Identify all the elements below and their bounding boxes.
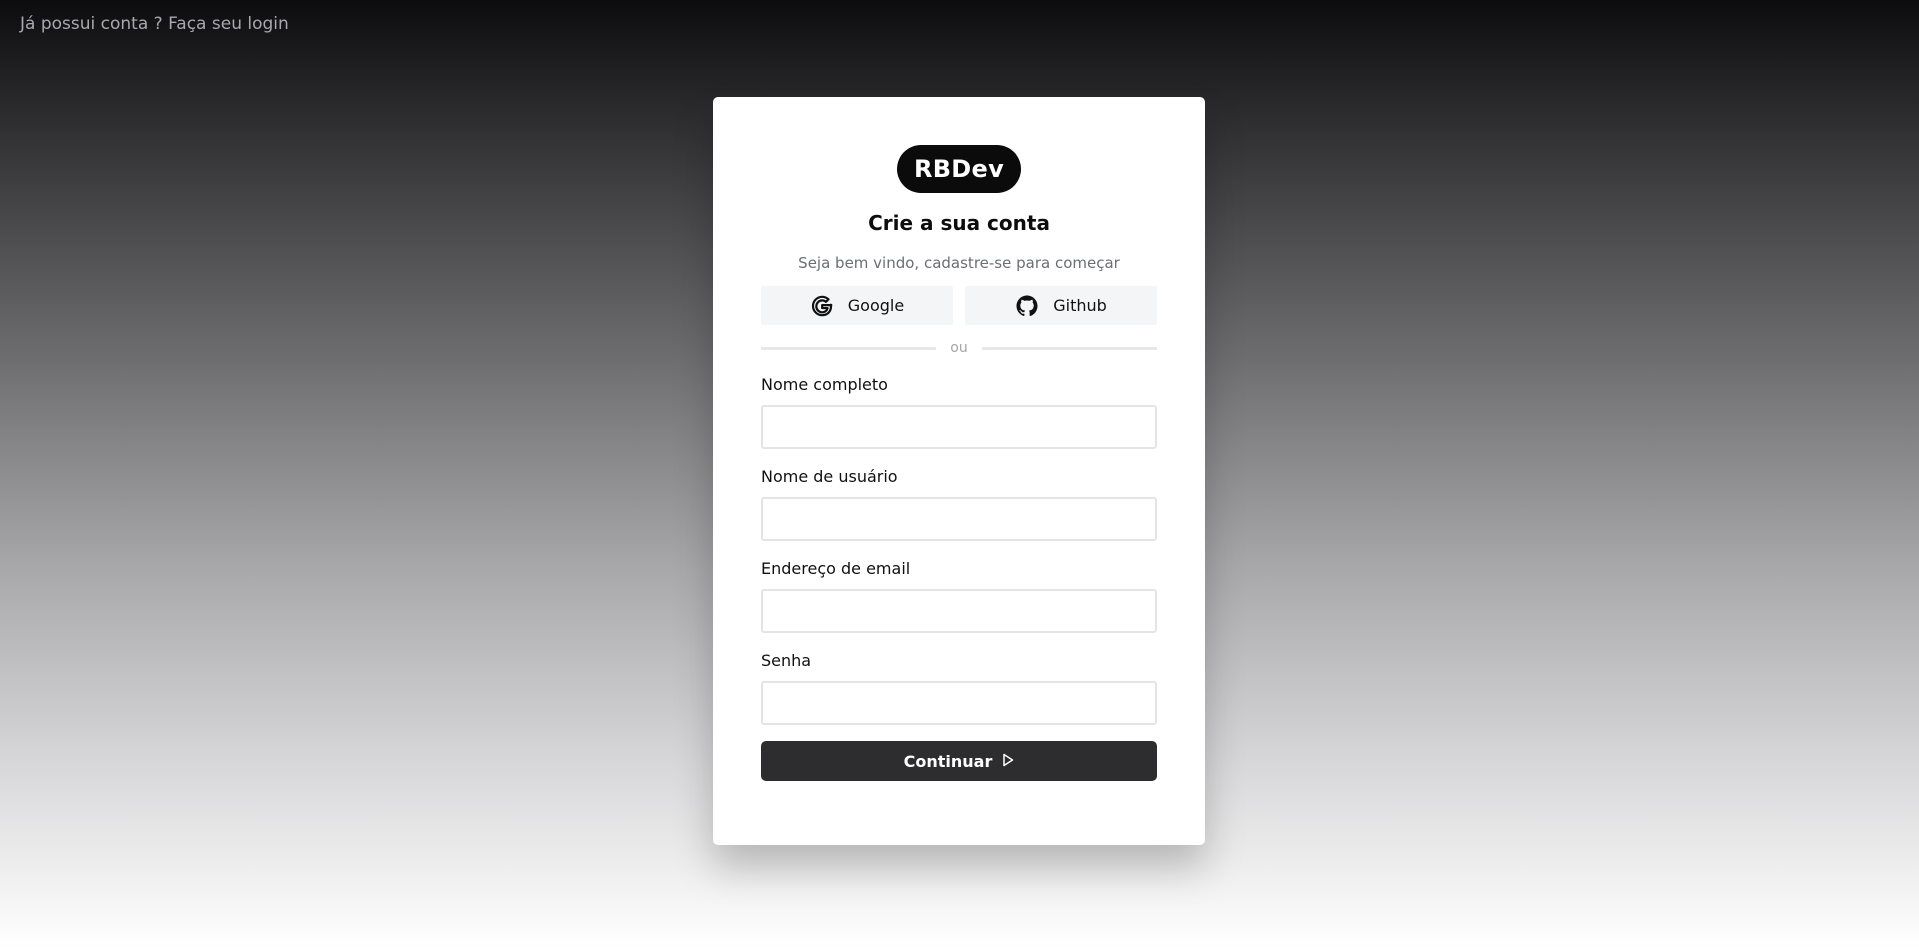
- google-login-button[interactable]: Google: [761, 286, 953, 325]
- password-input[interactable]: [761, 681, 1157, 725]
- email-field-group: Endereço de email: [761, 559, 1157, 633]
- full-name-input[interactable]: [761, 405, 1157, 449]
- logo: RBDev: [896, 145, 1022, 193]
- github-login-button[interactable]: Github: [965, 286, 1157, 325]
- logo-wrapper: RBDev: [761, 145, 1157, 193]
- github-button-label: Github: [1053, 296, 1107, 315]
- google-button-label: Google: [847, 296, 905, 315]
- page-subtitle: Seja bem vindo, cadastre-se para começar: [798, 254, 1120, 272]
- divider-line-right: [981, 346, 1158, 350]
- email-input[interactable]: [761, 589, 1157, 633]
- username-field-group: Nome de usuário: [761, 467, 1157, 541]
- password-field-group: Senha: [761, 651, 1157, 725]
- divider-line-left: [761, 346, 937, 350]
- username-input[interactable]: [761, 497, 1157, 541]
- page-title: Crie a sua conta: [868, 211, 1050, 235]
- continue-button-label: Continuar: [903, 751, 993, 771]
- password-label: Senha: [761, 651, 812, 670]
- google-icon: [810, 294, 834, 318]
- continue-button[interactable]: Continuar: [761, 741, 1157, 781]
- full-name-label: Nome completo: [761, 375, 888, 394]
- username-label: Nome de usuário: [761, 467, 898, 486]
- full-name-field-group: Nome completo: [761, 375, 1157, 449]
- github-icon: [1015, 294, 1039, 318]
- email-label: Endereço de email: [761, 559, 911, 578]
- login-link[interactable]: Já possui conta ? Faça seu login: [20, 14, 289, 34]
- signup-card: RBDev Crie a sua conta Seja bem vindo, c…: [713, 97, 1205, 845]
- divider-text: ou: [950, 340, 968, 356]
- social-login-row: Google Github: [761, 286, 1157, 325]
- play-outline-icon: [1002, 752, 1014, 771]
- divider: ou: [761, 339, 1158, 357]
